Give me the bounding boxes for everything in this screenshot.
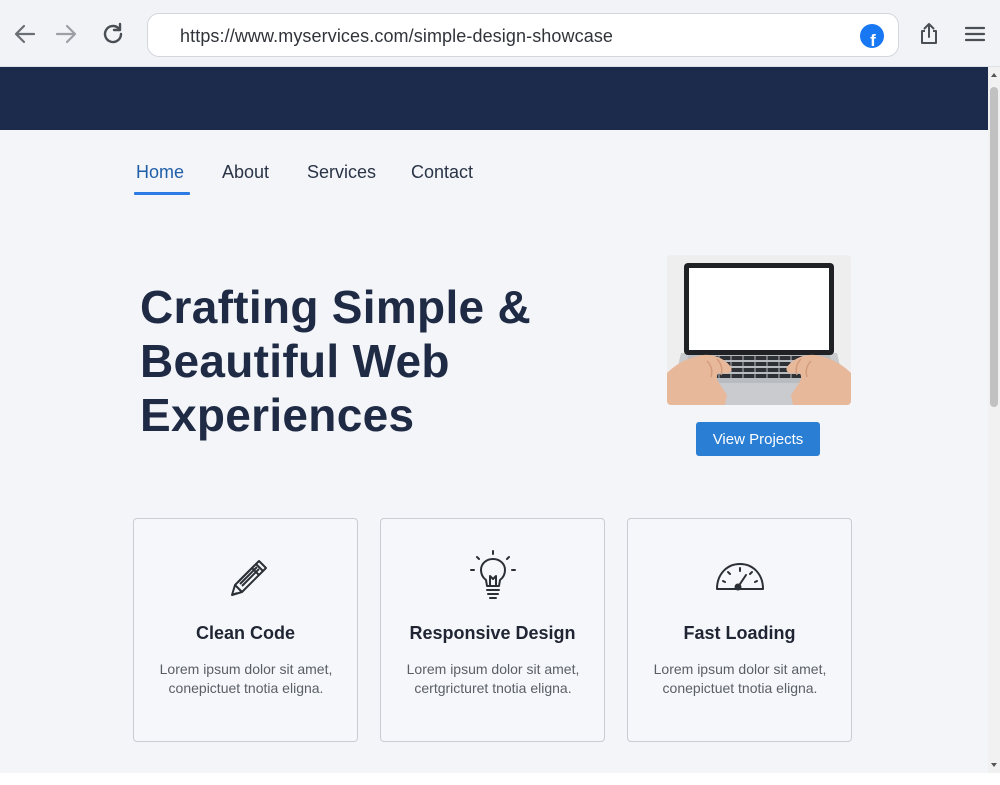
hero-title-line-2: Beautiful Web	[140, 335, 450, 387]
browser-toolbar: https://www.myservices.com/simple-design…	[0, 0, 1000, 67]
feature-description: Lorem ipsum dolor sit amet, conepictuet …	[159, 661, 333, 696]
scroll-thumb[interactable]	[990, 87, 998, 407]
nav-contact[interactable]: Contact	[411, 162, 473, 183]
nav-active-indicator	[134, 192, 190, 195]
feature-card-fast-loading: Fast Loading Lorem ipsum dolor sit amet,…	[627, 518, 852, 742]
feature-description: Lorem ipsum dolor sit amet, certgricture…	[406, 661, 580, 696]
feature-description: Lorem ipsum dolor sit amet, conepictuet …	[653, 661, 827, 696]
share-icon	[921, 23, 937, 44]
view-projects-button[interactable]: View Projects	[696, 422, 820, 456]
facebook-icon[interactable]: f	[860, 24, 884, 48]
hero-title-line-1: Crafting Simple &	[140, 281, 532, 333]
menu-button[interactable]	[959, 18, 991, 50]
main-nav: Home About Services Contact	[0, 160, 600, 200]
feature-title: Fast Loading	[683, 623, 796, 643]
feature-title: Clean Code	[195, 623, 296, 643]
nav-services[interactable]: Services	[307, 162, 376, 183]
reload-icon	[103, 22, 123, 44]
laptop-illustration	[667, 255, 851, 405]
speedometer-icon	[712, 549, 768, 605]
hamburger-icon	[964, 26, 986, 42]
laptop-image	[667, 255, 851, 405]
forward-button[interactable]	[50, 18, 82, 50]
address-bar[interactable]: https://www.myservices.com/simple-design…	[147, 13, 899, 57]
share-button[interactable]	[913, 18, 945, 50]
lightbulb-icon	[465, 549, 521, 605]
feature-card-clean-code: Clean Code Lorem ipsum dolor sit amet, c…	[133, 518, 358, 742]
back-button[interactable]	[9, 18, 41, 50]
top-banner	[0, 67, 988, 130]
hero-title: Crafting Simple & Beautiful Web Experien…	[140, 280, 610, 442]
url-text[interactable]: https://www.myservices.com/simple-design…	[180, 26, 613, 47]
arrow-left-icon	[14, 24, 36, 44]
feature-title: Responsive Design	[409, 623, 576, 643]
pencil-icon	[218, 549, 274, 605]
nav-home[interactable]: Home	[136, 162, 184, 183]
arrow-right-icon	[55, 24, 77, 44]
nav-about[interactable]: About	[222, 162, 269, 183]
facebook-letter: f	[870, 31, 876, 48]
scroll-up-arrow-icon[interactable]	[991, 73, 997, 77]
vertical-scrollbar[interactable]	[988, 67, 1000, 773]
bottom-strip	[0, 773, 1000, 785]
hero-title-line-3: Experiences	[140, 389, 415, 441]
scroll-down-arrow-icon[interactable]	[991, 763, 997, 767]
feature-card-responsive-design: Responsive Design Lorem ipsum dolor sit …	[380, 518, 605, 742]
reload-button[interactable]	[97, 18, 129, 50]
